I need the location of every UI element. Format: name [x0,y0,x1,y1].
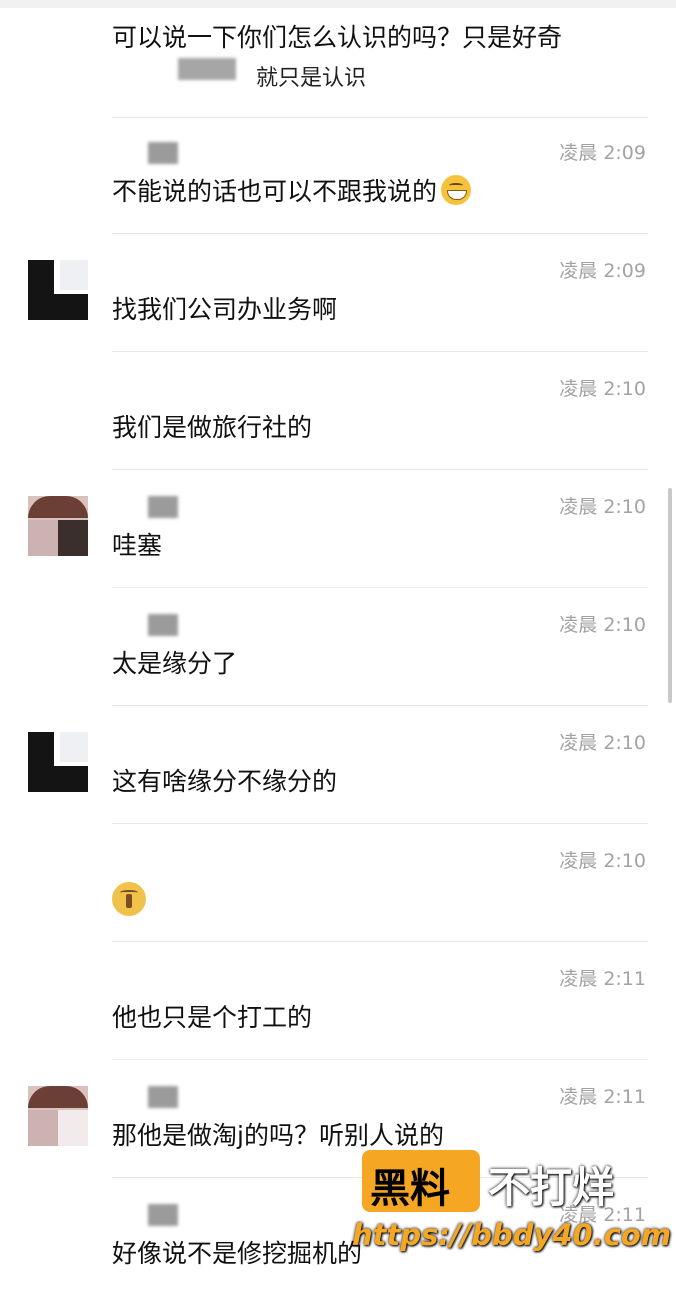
watermark: 黑料 不打烊 https://bbdy40.com [352,1150,671,1260]
message-text: 可以说一下你们怎么认识的吗？只是好奇 [112,23,563,52]
message-item[interactable]: 凌晨 2:10 哇塞 [0,470,676,588]
message-time: 凌晨 2:11 [559,968,646,990]
message-text: 我们是做旅行社的 [112,413,313,442]
message-time: 凌晨 2:10 [559,850,646,872]
watermark-badge: 黑料 [362,1150,480,1212]
message-item[interactable]: 凌晨 2:09 不能说的话也可以不跟我说的 [0,116,676,234]
quoted-reply-text: 就只是认识 [256,66,367,91]
message-text: 这有啥缘分不缘分的 [112,767,338,796]
sender-name-blurred [148,142,178,164]
watermark-side-text: 不打烊 [488,1163,615,1212]
quoted-name-blurred [178,58,236,80]
message-item[interactable]: 可以说一下你们怎么认识的吗？只是好奇 就只是认识 [0,0,676,118]
avatar[interactable] [28,260,88,320]
message-text: 不能说的话也可以不跟我说的 [112,177,438,206]
message-item[interactable]: 凌晨 2:09 找我们公司办业务啊 [0,234,676,352]
grinning-face-icon [441,175,472,205]
message-item[interactable]: 凌晨 2:11 他也只是个打工的 [0,942,676,1060]
message-text: 他也只是个打工的 [112,1003,313,1032]
sender-name-blurred [148,1204,178,1226]
message-text: 找我们公司办业务啊 [112,295,338,324]
message-time: 凌晨 2:10 [559,496,646,518]
message-time: 凌晨 2:10 [559,614,646,636]
sender-name-blurred [148,496,178,518]
message-time: 凌晨 2:10 [559,732,646,754]
message-time: 凌晨 2:10 [559,378,646,400]
watermark-box-text: 黑料 [370,1166,450,1212]
avatar[interactable] [28,732,88,792]
scrollbar[interactable] [668,488,672,703]
avatar[interactable] [28,496,88,556]
message-item[interactable]: 凌晨 2:10 [0,824,676,942]
message-time: 凌晨 2:09 [559,260,646,282]
message-item[interactable]: 凌晨 2:10 这有啥缘分不缘分的 [0,706,676,824]
message-text: 那他是做淘j的吗？听别人说的 [112,1121,444,1150]
zipper-mouth-face-icon [112,882,146,916]
message-item[interactable]: 凌晨 2:10 太是缘分了 [0,588,676,706]
message-time: 凌晨 2:11 [559,1086,646,1108]
message-text: 好像说不是修挖掘机的 [112,1239,363,1268]
message-time: 凌晨 2:09 [559,142,646,164]
watermark-url: https://bbdy40.com [352,1218,672,1252]
avatar[interactable] [28,1086,88,1146]
message-item[interactable]: 凌晨 2:10 我们是做旅行社的 [0,352,676,470]
sender-name-blurred [148,1086,178,1108]
message-text-row: 不能说的话也可以不跟我说的 [112,172,472,208]
message-text: 哇塞 [112,531,163,560]
message-text: 太是缘分了 [112,649,238,678]
sender-name-blurred [148,614,178,636]
